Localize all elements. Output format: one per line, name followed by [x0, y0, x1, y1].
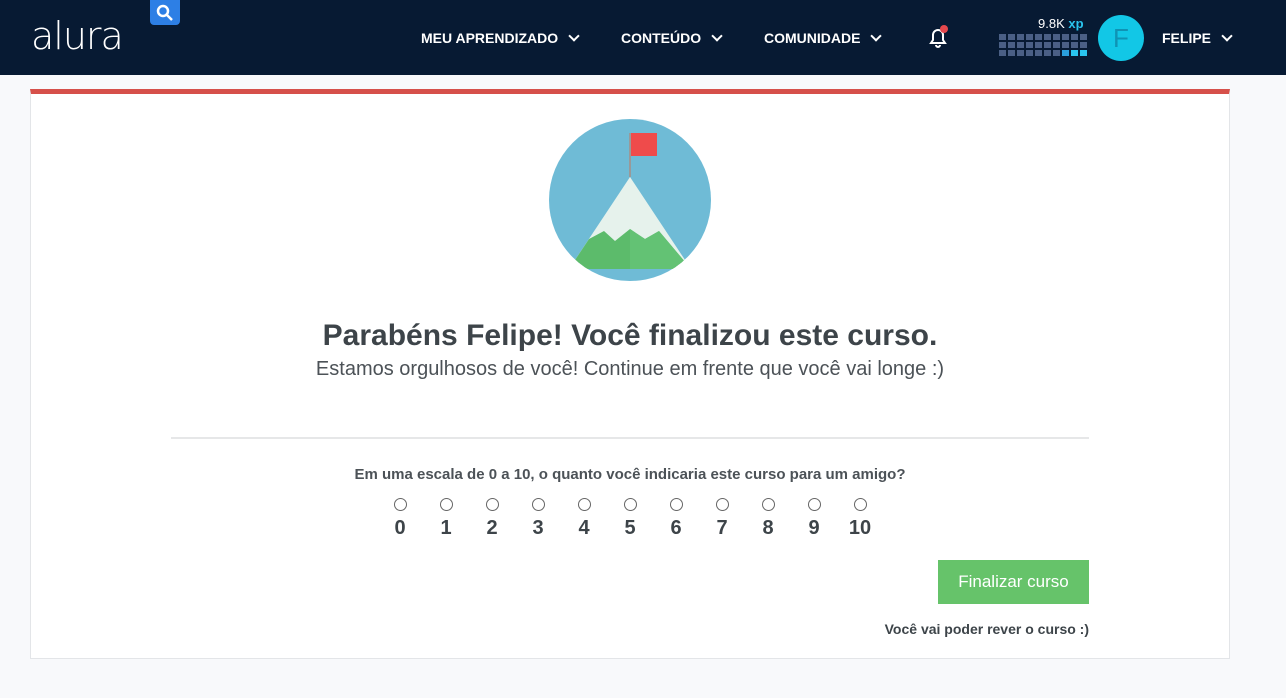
rating-value: 5 [624, 517, 636, 539]
rating-scale: 0 1 2 3 4 5 6 7 8 9 10 [377, 498, 883, 540]
rating-option-0[interactable]: 0 [377, 498, 423, 540]
xp-cell [1053, 42, 1060, 48]
rating-option-2[interactable]: 2 [469, 498, 515, 540]
mountain-flag-illustration [549, 119, 711, 281]
xp-cell [1044, 34, 1051, 40]
xp-cell [1026, 34, 1033, 40]
xp-cell [1017, 42, 1024, 48]
rating-option-5[interactable]: 5 [607, 498, 653, 540]
xp-cell [1026, 42, 1033, 48]
nav-comunidade[interactable]: COMUNIDADE [764, 29, 883, 46]
search-icon [156, 4, 173, 21]
xp-cell [1008, 42, 1015, 48]
rating-value: 7 [716, 517, 728, 539]
rating-option-9[interactable]: 9 [791, 498, 837, 540]
xp-cell [1008, 50, 1015, 56]
radio-button[interactable] [531, 498, 545, 511]
search-button[interactable] [150, 0, 180, 25]
finish-course-button[interactable]: Finalizar curso [938, 560, 1089, 604]
xp-counter[interactable]: 9.8K xp [1038, 16, 1084, 31]
radio-button[interactable] [623, 498, 637, 511]
xp-cell [1035, 50, 1042, 56]
radio-button[interactable] [761, 498, 775, 511]
rating-option-10[interactable]: 10 [837, 498, 883, 540]
nav-conteudo[interactable]: CONTEÚDO [621, 29, 723, 46]
xp-cell [999, 34, 1006, 40]
xp-cell [999, 50, 1006, 56]
rating-value: 2 [486, 517, 498, 539]
xp-cell [999, 42, 1006, 48]
radio-button[interactable] [669, 498, 683, 511]
subtitle: Estamos orgulhosos de você! Continue em … [315, 358, 945, 380]
xp-cell [1062, 50, 1069, 56]
bell-icon [929, 25, 948, 48]
rating-option-7[interactable]: 7 [699, 498, 745, 540]
rating-option-6[interactable]: 6 [653, 498, 699, 540]
xp-cell [1062, 42, 1069, 48]
notifications-button[interactable] [926, 25, 950, 54]
top-bar: alura MEU APRENDIZADO CONTEÚDO COMUNIDAD… [0, 0, 1286, 75]
rating-value: 8 [762, 517, 774, 539]
chevron-down-icon [870, 29, 883, 42]
radio-button[interactable] [393, 498, 407, 511]
rating-option-3[interactable]: 3 [515, 498, 561, 540]
xp-value: 9.8K [1038, 16, 1065, 31]
rating-value: 4 [578, 517, 590, 539]
nav-label: MEU APRENDIZADO [421, 30, 559, 46]
xp-cell [1080, 50, 1087, 56]
rating-option-8[interactable]: 8 [745, 498, 791, 540]
radio-button[interactable] [439, 498, 453, 511]
rating-option-1[interactable]: 1 [423, 498, 469, 540]
xp-cell [1080, 42, 1087, 48]
xp-cell [1035, 42, 1042, 48]
alura-logo[interactable]: alura [31, 14, 124, 58]
xp-cell [1008, 34, 1015, 40]
xp-cell [1017, 50, 1024, 56]
radio-button[interactable] [853, 498, 867, 511]
rating-value: 9 [808, 517, 820, 539]
xp-cell [1071, 42, 1078, 48]
xp-cell [1071, 34, 1078, 40]
xp-cell [1053, 34, 1060, 40]
xp-cell [1035, 34, 1042, 40]
xp-grid [999, 34, 1087, 56]
xp-unit: xp [1068, 16, 1084, 31]
chevron-down-icon [568, 29, 580, 42]
radio-button[interactable] [715, 498, 729, 511]
user-name: FELIPE [1162, 30, 1212, 46]
rating-value: 0 [394, 517, 406, 539]
xp-cell [1062, 34, 1069, 40]
xp-cell [1044, 42, 1051, 48]
course-complete-card: Parabéns Felipe! Você finalizou este cur… [30, 89, 1230, 659]
rating-value: 1 [440, 517, 452, 539]
rating-value: 3 [532, 517, 544, 539]
xp-cell [1071, 50, 1078, 56]
xp-cell [1044, 50, 1051, 56]
divider [171, 437, 1089, 439]
radio-button[interactable] [485, 498, 499, 511]
chevron-down-icon [1221, 29, 1233, 42]
review-note: Você vai poder rever o curso :) [884, 621, 1089, 637]
rating-value: 6 [670, 517, 682, 539]
nav-label: COMUNIDADE [764, 30, 861, 46]
nav-label: CONTEÚDO [621, 30, 702, 46]
chevron-down-icon [711, 29, 723, 42]
avatar[interactable]: F [1098, 15, 1144, 61]
rating-value: 10 [848, 517, 872, 539]
rating-question: Em uma escala de 0 a 10, o quanto você i… [354, 466, 906, 483]
radio-button[interactable] [577, 498, 591, 511]
xp-cell [1017, 34, 1024, 40]
xp-cell [1026, 50, 1033, 56]
xp-cell [1053, 50, 1060, 56]
xp-cell [1080, 34, 1087, 40]
radio-button[interactable] [807, 498, 821, 511]
page-title: Parabéns Felipe! Você finalizou este cur… [322, 319, 938, 352]
rating-option-4[interactable]: 4 [561, 498, 607, 540]
user-menu[interactable]: FELIPE [1162, 29, 1233, 46]
nav-meu-aprendizado[interactable]: MEU APRENDIZADO [421, 29, 580, 46]
